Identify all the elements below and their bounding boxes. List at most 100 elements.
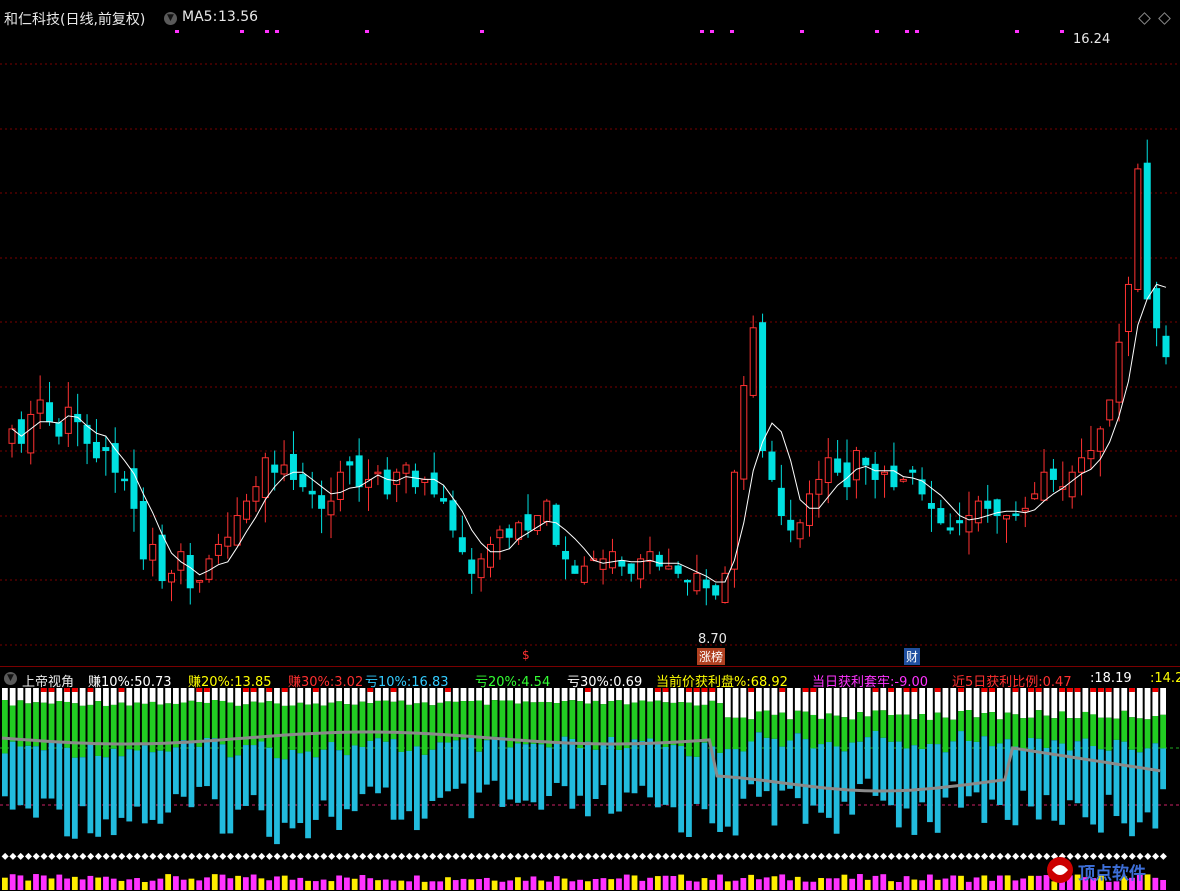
- diamond-mark: [413, 852, 421, 860]
- profit-bar: [623, 688, 630, 705]
- profit-bar: [927, 688, 933, 720]
- loss10-bar: [242, 745, 249, 806]
- diamond-mark: [405, 852, 413, 860]
- diamond-mark: [545, 852, 553, 860]
- candle-body: [871, 463, 879, 480]
- bottom-bar: [1012, 880, 1019, 890]
- sub-indicator-chart[interactable]: [0, 688, 1180, 890]
- bottom-bar: [857, 874, 863, 890]
- candle-body: [834, 458, 842, 473]
- diamond-mark: [949, 852, 958, 860]
- loss10-bar: [204, 737, 210, 787]
- loss10-bar: [553, 741, 560, 783]
- loss10-bar: [297, 753, 304, 824]
- profit-bar: [95, 688, 102, 702]
- profit-bar: [188, 688, 195, 701]
- loss20-bar: [880, 710, 887, 738]
- loss20-bar: [740, 717, 747, 752]
- candle-body: [1115, 341, 1123, 403]
- diamond-mark: [468, 852, 476, 860]
- sub-indicator-menu-icon[interactable]: ▼: [4, 672, 17, 685]
- loss20-bar: [235, 705, 241, 756]
- loss10-bar: [95, 755, 102, 837]
- diamond-mark: [242, 852, 250, 860]
- profit-bar: [211, 688, 218, 701]
- bottom-bar: [344, 877, 350, 890]
- loss10-bar: [266, 747, 273, 837]
- loss20-bar: [1090, 714, 1097, 747]
- bottom-bar: [802, 881, 809, 890]
- profit-bar: [888, 688, 894, 715]
- loss20-bar: [794, 710, 801, 734]
- diamond-mark: [708, 852, 717, 860]
- loss10-bar: [1028, 738, 1034, 807]
- profit-bar: [787, 688, 793, 720]
- loss10-bar: [499, 737, 506, 807]
- loss20-bar: [297, 702, 304, 754]
- bottom-bar: [258, 878, 265, 890]
- diamond-mark: [576, 852, 584, 860]
- settings-diamond-icon[interactable]: [1138, 12, 1151, 25]
- loss20-bar: [996, 719, 1003, 744]
- loss10-bar: [1144, 748, 1151, 813]
- event-tag-dollar[interactable]: $: [520, 648, 532, 662]
- loss20-bar: [833, 715, 840, 747]
- diamond-mark: [506, 852, 514, 860]
- bottom-bar: [429, 881, 436, 890]
- top-red-mark: [71, 688, 78, 692]
- profit-bar: [833, 688, 840, 716]
- candle-body: [693, 572, 701, 592]
- loss20-bar: [670, 702, 677, 746]
- diamond-mark: [623, 852, 631, 860]
- bottom-bar: [919, 880, 926, 890]
- profit-bar: [398, 688, 405, 701]
- candle-body: [271, 464, 279, 473]
- diamond-mark: [421, 852, 429, 860]
- loss20-bar: [429, 705, 436, 750]
- bottom-bar: [48, 878, 55, 890]
- loss20-bar: [1129, 717, 1135, 750]
- diamond-mark: [273, 852, 281, 860]
- candle-body: [862, 457, 870, 466]
- bottom-bar: [888, 881, 894, 890]
- event-tag-zhangbang[interactable]: 涨榜: [697, 648, 726, 665]
- profit-bar: [903, 688, 910, 715]
- sub-indicator-item-value: 14.2: [1154, 671, 1180, 686]
- loss20-bar: [188, 700, 195, 743]
- loss20-bar: [87, 704, 94, 744]
- loss20-bar: [934, 712, 941, 745]
- loss20-bar: [1028, 717, 1034, 739]
- profit-bar: [483, 688, 490, 705]
- loss20-bar: [367, 703, 374, 741]
- price-chart[interactable]: [0, 0, 1180, 666]
- candle-body: [852, 450, 860, 481]
- loss10-bar: [787, 740, 793, 789]
- loss20-bar: [460, 701, 467, 740]
- diamond-mark: [942, 852, 950, 860]
- candle-body: [1040, 471, 1048, 501]
- loss10-bar: [942, 752, 949, 798]
- settings-diamond-icon[interactable]: [1158, 12, 1171, 25]
- loss10-bar: [849, 742, 856, 815]
- bottom-bar: [25, 880, 32, 890]
- candle-body: [139, 500, 147, 560]
- loss10-bar: [701, 742, 708, 810]
- diamond-mark: [1019, 852, 1027, 860]
- candle-body: [64, 406, 72, 434]
- candle-body: [1087, 450, 1095, 460]
- candle-body: [562, 550, 570, 560]
- event-tag-cai[interactable]: 财: [904, 648, 921, 665]
- loss10-bar: [1129, 749, 1135, 837]
- indicator-menu-icon[interactable]: ▼: [164, 12, 177, 25]
- candle-body: [580, 565, 588, 583]
- loss10-bar: [585, 741, 591, 817]
- profit-bar: [17, 688, 24, 701]
- diamond-mark: [778, 852, 787, 860]
- loss20-bar: [476, 700, 482, 752]
- top-red-mark: [196, 688, 203, 692]
- bottom-bar: [546, 881, 552, 890]
- bottom-bar: [825, 878, 832, 890]
- loss10-bar: [359, 746, 366, 795]
- bottom-bar: [242, 877, 249, 890]
- profit-bar: [522, 688, 529, 702]
